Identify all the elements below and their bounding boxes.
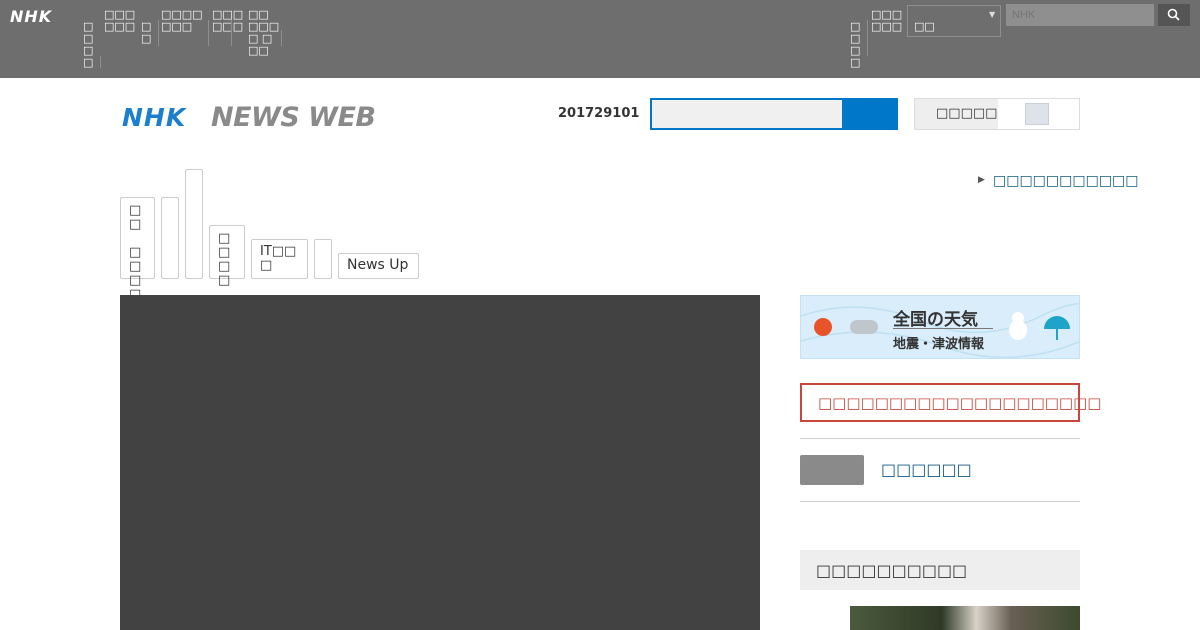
weather-divider [893,328,993,329]
global-nav-item[interactable]: □□□□ □□□ [161,9,203,33]
global-nav-item[interactable]: □□ [141,21,157,45]
tab-news-up[interactable]: News Up [338,253,419,279]
nav-divider [100,56,101,68]
tab-category[interactable]: IT□□□ [251,239,308,279]
global-nav-item[interactable]: □□□ □□□ [212,9,246,33]
main-video-player[interactable] [120,295,760,630]
alert-link[interactable]: □□□□□□□□□□□□□□□□□□□□ [818,394,1101,412]
global-nav-item[interactable]: □□ □□ [83,21,97,69]
top-link[interactable]: □□□□□□□□□□□ [993,173,1139,189]
global-search-button[interactable] [1158,4,1190,26]
arrow-right-icon: ▶ [978,175,985,185]
article-image[interactable] [850,606,1080,630]
news-search-button[interactable] [842,98,898,130]
toggle-knob[interactable] [1025,103,1049,125]
region-select[interactable]: □□ [907,5,1001,37]
umbrella-handle-icon [1056,329,1058,340]
weather-subtitle: 地震・津波情報 [893,337,985,352]
global-nav-item-right[interactable]: □□□ □□□ [871,9,905,33]
date-display: 201729101 [558,106,640,121]
snowman-head-icon [1012,312,1024,324]
chevron-down-icon: ▼ [989,10,996,19]
nav-divider [158,20,159,46]
toggle-label: □□□□□ [936,106,998,121]
news-search-input[interactable] [650,98,842,130]
tab-category[interactable] [185,169,203,279]
divider [800,501,1080,502]
nav-divider [231,20,232,46]
nhk-global-logo[interactable]: NHK [10,7,52,26]
global-nav-item[interactable]: □□ □□□□ □□□ [248,9,282,57]
news-web-logo[interactable]: NEWS WEB [211,102,376,133]
section-heading: □□□□□□□□□□ [816,561,968,580]
nav-divider [208,20,209,46]
thumbnail-link[interactable]: □□□□□□ [881,460,972,479]
global-nav-item-right[interactable]: □□ □□ [850,21,864,69]
nhk-logo[interactable]: NHK [122,103,186,132]
cloud-icon [850,320,878,334]
tab-category[interactable] [161,197,179,279]
search-icon [1167,8,1180,21]
tab-category[interactable] [314,239,332,279]
nav-divider [281,30,282,46]
thumbnail[interactable] [800,455,864,485]
nav-divider [867,20,868,56]
weather-title: 全国の天気 [893,310,978,330]
divider [800,438,1080,439]
global-search-input[interactable] [1006,4,1154,26]
global-nav-item[interactable]: □□□ □□□ [104,9,137,33]
tab-category[interactable]: □□ □□ [209,225,245,288]
sun-icon [814,318,832,336]
tab-category[interactable]: □□ □□ □□ [120,197,155,302]
